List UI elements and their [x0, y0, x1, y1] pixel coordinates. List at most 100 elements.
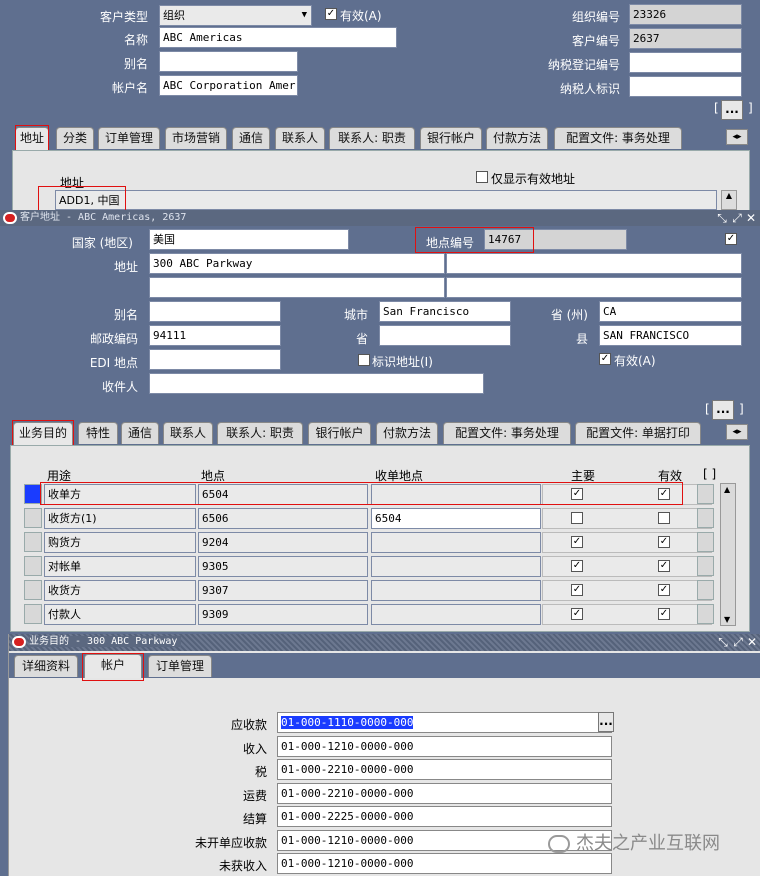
active-checkbox[interactable]: ✓	[658, 560, 670, 572]
row-selector[interactable]	[24, 508, 42, 528]
tab-communication[interactable]: 通信	[232, 127, 270, 149]
tab-contacts[interactable]: 联系人	[275, 127, 325, 149]
county-field[interactable]: SAN FRANCISCO	[599, 325, 742, 346]
primary-checkbox[interactable]	[571, 512, 583, 524]
minimize-icon[interactable]: ⤡	[715, 210, 729, 226]
account-field[interactable]: 01-000-1210-0000-000	[277, 735, 612, 757]
location-cell[interactable]: 6506	[198, 508, 368, 529]
row-selector[interactable]	[24, 556, 42, 576]
account-field[interactable]: 01-000-2210-0000-000	[277, 782, 612, 804]
purpose-cell[interactable]: 收货方	[44, 580, 196, 601]
address-ellipsis-button[interactable]: ...	[712, 400, 734, 420]
purpose-cell[interactable]: 收货方(1)	[44, 508, 196, 529]
address-alias-field[interactable]	[149, 301, 281, 322]
row-more-button[interactable]	[697, 484, 714, 504]
identify-address-checkbox[interactable]	[358, 354, 370, 366]
address-line3-field[interactable]	[149, 277, 445, 298]
active-checkbox[interactable]: ✓	[658, 536, 670, 548]
bill-to-cell[interactable]	[371, 580, 541, 601]
active-checkbox[interactable]: ✓	[325, 8, 337, 20]
customer-type-select[interactable]: 组织 ▼	[159, 5, 312, 26]
location-cell[interactable]: 9307	[198, 580, 368, 601]
tab-site-profile-document[interactable]: 配置文件: 单据打印	[575, 422, 701, 444]
tab-bp-order-management[interactable]: 订单管理	[148, 655, 212, 677]
show-active-checkbox[interactable]	[476, 171, 488, 183]
purpose-cell[interactable]: 收单方	[44, 484, 196, 505]
row-selector[interactable]	[24, 580, 42, 600]
tab-site-contacts[interactable]: 联系人	[163, 422, 213, 444]
recipient-field[interactable]	[149, 373, 484, 394]
account-field[interactable]: 01-000-1110-0000-000	[277, 712, 612, 733]
maximize-icon-2[interactable]: ⤢	[731, 634, 745, 650]
location-cell[interactable]: 6504	[198, 484, 368, 505]
scroll-up-icon[interactable]: ▲	[721, 190, 737, 210]
row-more-button[interactable]	[697, 508, 714, 528]
address-active-checkbox[interactable]: ✓	[599, 353, 611, 365]
country-field[interactable]: 美国	[149, 229, 349, 250]
account-field[interactable]: 01-000-2225-0000-000	[277, 806, 612, 827]
primary-checkbox[interactable]: ✓	[571, 488, 583, 500]
primary-checkbox[interactable]: ✓	[571, 584, 583, 596]
row-more-button[interactable]	[697, 532, 714, 552]
tab-site-payment-methods[interactable]: 付款方法	[376, 422, 438, 444]
address-line1-field[interactable]: 300 ABC Parkway	[149, 253, 445, 274]
scroll-down-icon[interactable]: ▼	[724, 615, 730, 624]
tab-marketing[interactable]: 市场营销	[165, 127, 227, 149]
minimize-icon-2[interactable]: ⤡	[716, 634, 730, 650]
tab-site-profile-transaction[interactable]: 配置文件: 事务处理	[443, 422, 571, 444]
purpose-cell[interactable]: 付款人	[44, 604, 196, 625]
row-selector[interactable]	[24, 484, 42, 504]
address-line4-field[interactable]	[446, 277, 742, 298]
edi-field[interactable]	[149, 349, 281, 370]
primary-checkbox[interactable]: ✓	[571, 608, 583, 620]
tab-details[interactable]: 详细资料	[14, 655, 78, 677]
row-more-button[interactable]	[697, 580, 714, 600]
tab-business-purpose[interactable]: 业务目的	[13, 422, 73, 446]
row-selector[interactable]	[24, 532, 42, 552]
location-cell[interactable]: 9204	[198, 532, 368, 553]
tab-bank-accounts[interactable]: 银行帐户	[420, 127, 482, 149]
province-field[interactable]: CA	[599, 301, 742, 322]
account-field[interactable]: 01-000-1210-0000-000	[277, 853, 612, 874]
primary-checkbox[interactable]: ✓	[571, 560, 583, 572]
site-tab-scroll-icon[interactable]: ◂▸	[726, 424, 748, 440]
tab-scroll-icon[interactable]: ◂▸	[726, 129, 748, 145]
name-field[interactable]: ABC Americas	[159, 27, 397, 48]
location-cell[interactable]: 9309	[198, 604, 368, 625]
active-checkbox[interactable]: ✓	[658, 488, 670, 500]
bill-to-cell[interactable]	[371, 604, 541, 625]
row-more-button[interactable]	[697, 604, 714, 624]
tax-reg-field[interactable]	[629, 52, 742, 73]
purpose-cell[interactable]: 购货方	[44, 532, 196, 553]
maximize-icon[interactable]: ⤢	[730, 210, 744, 226]
account-ellipsis-button[interactable]: ...	[598, 712, 614, 732]
active-checkbox[interactable]	[658, 512, 670, 524]
postal-code-field[interactable]: 94111	[149, 325, 281, 346]
taxpayer-id-field[interactable]	[629, 76, 742, 97]
address-line2-field[interactable]	[446, 253, 742, 274]
close-icon-2[interactable]: ✕	[745, 634, 759, 650]
alias-field[interactable]	[159, 51, 298, 72]
tab-site-contact-roles[interactable]: 联系人: 职责	[217, 422, 303, 444]
account-field[interactable]: 01-000-2210-0000-000	[277, 759, 612, 780]
row-selector[interactable]	[24, 604, 42, 624]
active-checkbox[interactable]: ✓	[658, 608, 670, 620]
tab-classification[interactable]: 分类	[56, 127, 94, 149]
city-field[interactable]: San Francisco	[379, 301, 511, 322]
active-checkbox[interactable]: ✓	[658, 584, 670, 596]
tab-attributes[interactable]: 特性	[78, 422, 118, 444]
primary-checkbox[interactable]: ✓	[571, 536, 583, 548]
tab-site-bank-accounts[interactable]: 银行帐户	[308, 422, 371, 444]
row-more-button[interactable]	[697, 556, 714, 576]
tab-site-communication[interactable]: 通信	[121, 422, 159, 444]
tab-payment-methods[interactable]: 付款方法	[486, 127, 548, 149]
scroll-up-icon[interactable]: ▲	[724, 485, 730, 494]
purpose-cell[interactable]: 对帐单	[44, 556, 196, 577]
tab-contact-roles[interactable]: 联系人: 职责	[329, 127, 415, 149]
tab-profile-transaction[interactable]: 配置文件: 事务处理	[554, 127, 682, 149]
tab-address[interactable]: 地址	[15, 127, 49, 151]
window-checkbox[interactable]: ✓	[725, 233, 737, 245]
close-icon[interactable]: ✕	[744, 210, 758, 226]
bill-to-cell[interactable]: 6504	[371, 508, 541, 529]
location-cell[interactable]: 9305	[198, 556, 368, 577]
